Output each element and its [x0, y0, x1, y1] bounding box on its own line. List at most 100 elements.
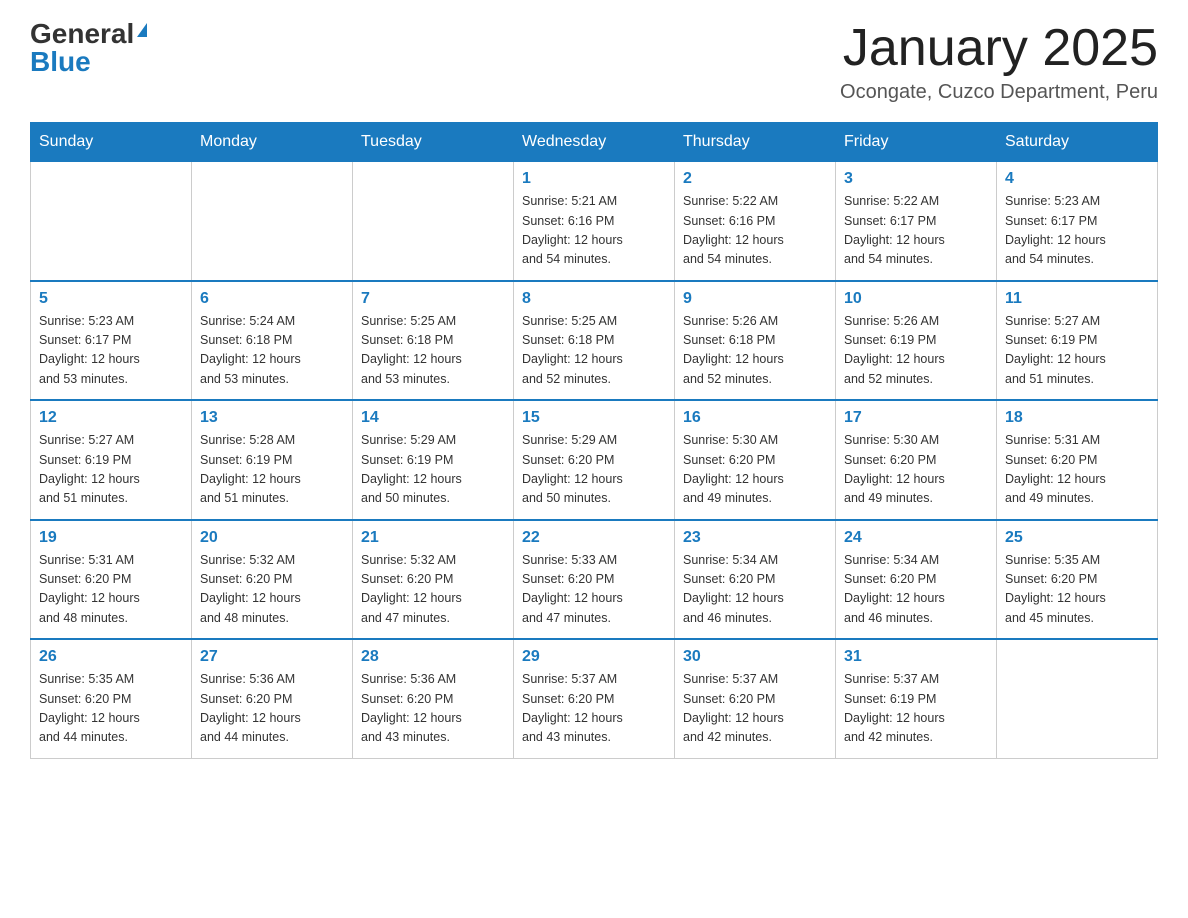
day-number: 13	[200, 409, 344, 427]
calendar-day-cell: 26Sunrise: 5:35 AMSunset: 6:20 PMDayligh…	[31, 639, 192, 758]
calendar-day-header: Sunday	[31, 123, 192, 162]
calendar-day-cell: 18 Sunrise: 5:31 AMSunset: 6:20 PMDayligh…	[997, 400, 1158, 520]
calendar-day-cell: 1 Sunrise: 5:21 AMSunset: 6:16 PMDaylight…	[514, 162, 675, 281]
calendar-day-cell: 29Sunrise: 5:37 AMSunset: 6:20 PMDayligh…	[514, 639, 675, 758]
day-number: 7	[361, 290, 505, 308]
day-number: 18	[1005, 409, 1149, 427]
day-info: Sunrise: 5:29 AMSunset: 6:19 PMDaylight:…	[361, 431, 505, 509]
calendar-day-cell	[997, 639, 1158, 758]
day-number: 9	[683, 290, 827, 308]
month-title: January 2025	[840, 20, 1158, 77]
day-info: Sunrise: 5:26 AMSunset: 6:19 PMDaylight:…	[844, 312, 988, 390]
calendar-table: SundayMondayTuesdayWednesdayThursdayFrid…	[30, 122, 1158, 759]
day-number: 29	[522, 648, 666, 666]
title-section: January 2025 Ocongate, Cuzco Department,…	[840, 20, 1158, 104]
calendar-day-cell: 14 Sunrise: 5:29 AMSunset: 6:19 PMDayligh…	[353, 400, 514, 520]
location-title: Ocongate, Cuzco Department, Peru	[840, 81, 1158, 104]
calendar-day-cell: 24 Sunrise: 5:34 AMSunset: 6:20 PMDayligh…	[836, 520, 997, 640]
calendar-week-row: 26Sunrise: 5:35 AMSunset: 6:20 PMDayligh…	[31, 639, 1158, 758]
day-info: Sunrise: 5:25 AMSunset: 6:18 PMDaylight:…	[361, 312, 505, 390]
calendar-day-cell: 6Sunrise: 5:24 AMSunset: 6:18 PMDaylight…	[192, 281, 353, 401]
day-number: 24	[844, 529, 988, 547]
day-number: 8	[522, 290, 666, 308]
day-info: Sunrise: 5:29 AMSunset: 6:20 PMDaylight:…	[522, 431, 666, 509]
day-info: Sunrise: 5:27 AMSunset: 6:19 PMDaylight:…	[39, 431, 183, 509]
calendar-day-cell: 9Sunrise: 5:26 AMSunset: 6:18 PMDaylight…	[675, 281, 836, 401]
calendar-day-cell: 16Sunrise: 5:30 AMSunset: 6:20 PMDayligh…	[675, 400, 836, 520]
calendar-day-cell: 28 Sunrise: 5:36 AMSunset: 6:20 PMDayligh…	[353, 639, 514, 758]
day-number: 15	[522, 409, 666, 427]
calendar-day-cell: 15 Sunrise: 5:29 AMSunset: 6:20 PMDayligh…	[514, 400, 675, 520]
day-info: Sunrise: 5:30 AMSunset: 6:20 PMDaylight:…	[844, 431, 988, 509]
day-info: Sunrise: 5:21 AMSunset: 6:16 PMDaylight:…	[522, 192, 666, 270]
calendar-week-row: 5 Sunrise: 5:23 AMSunset: 6:17 PMDaylight…	[31, 281, 1158, 401]
day-info: Sunrise: 5:24 AMSunset: 6:18 PMDaylight:…	[200, 312, 344, 390]
day-info: Sunrise: 5:34 AMSunset: 6:20 PMDaylight:…	[844, 551, 988, 629]
day-number: 25	[1005, 529, 1149, 547]
day-info: Sunrise: 5:32 AMSunset: 6:20 PMDaylight:…	[200, 551, 344, 629]
calendar-day-cell: 23 Sunrise: 5:34 AMSunset: 6:20 PMDayligh…	[675, 520, 836, 640]
calendar-day-cell: 17 Sunrise: 5:30 AMSunset: 6:20 PMDayligh…	[836, 400, 997, 520]
day-info: Sunrise: 5:23 AMSunset: 6:17 PMDaylight:…	[1005, 192, 1149, 270]
day-info: Sunrise: 5:31 AMSunset: 6:20 PMDaylight:…	[1005, 431, 1149, 509]
day-number: 2	[683, 170, 827, 188]
calendar-day-cell	[353, 162, 514, 281]
day-number: 17	[844, 409, 988, 427]
day-info: Sunrise: 5:37 AMSunset: 6:20 PMDaylight:…	[683, 670, 827, 748]
calendar-day-cell: 13 Sunrise: 5:28 AMSunset: 6:19 PMDayligh…	[192, 400, 353, 520]
calendar-day-header: Friday	[836, 123, 997, 162]
day-number: 10	[844, 290, 988, 308]
day-number: 14	[361, 409, 505, 427]
logo-general-text: General	[30, 20, 134, 48]
calendar-week-row: 19 Sunrise: 5:31 AMSunset: 6:20 PMDayligh…	[31, 520, 1158, 640]
day-number: 19	[39, 529, 183, 547]
day-number: 28	[361, 648, 505, 666]
day-number: 1	[522, 170, 666, 188]
calendar-week-row: 12 Sunrise: 5:27 AMSunset: 6:19 PMDayligh…	[31, 400, 1158, 520]
day-info: Sunrise: 5:23 AMSunset: 6:17 PMDaylight:…	[39, 312, 183, 390]
calendar-header-row: SundayMondayTuesdayWednesdayThursdayFrid…	[31, 123, 1158, 162]
calendar-day-header: Thursday	[675, 123, 836, 162]
calendar-day-cell: 11Sunrise: 5:27 AMSunset: 6:19 PMDayligh…	[997, 281, 1158, 401]
calendar-day-cell: 3Sunrise: 5:22 AMSunset: 6:17 PMDaylight…	[836, 162, 997, 281]
day-number: 26	[39, 648, 183, 666]
day-number: 27	[200, 648, 344, 666]
calendar-day-header: Monday	[192, 123, 353, 162]
calendar-day-cell: 19 Sunrise: 5:31 AMSunset: 6:20 PMDayligh…	[31, 520, 192, 640]
day-info: Sunrise: 5:37 AMSunset: 6:19 PMDaylight:…	[844, 670, 988, 748]
day-number: 4	[1005, 170, 1149, 188]
calendar-day-cell: 7 Sunrise: 5:25 AMSunset: 6:18 PMDaylight…	[353, 281, 514, 401]
calendar-day-cell: 22Sunrise: 5:33 AMSunset: 6:20 PMDayligh…	[514, 520, 675, 640]
day-info: Sunrise: 5:27 AMSunset: 6:19 PMDaylight:…	[1005, 312, 1149, 390]
day-number: 16	[683, 409, 827, 427]
logo: General Blue	[30, 20, 147, 76]
day-info: Sunrise: 5:25 AMSunset: 6:18 PMDaylight:…	[522, 312, 666, 390]
logo-triangle-icon	[137, 23, 147, 37]
day-info: Sunrise: 5:34 AMSunset: 6:20 PMDaylight:…	[683, 551, 827, 629]
calendar-day-cell: 20Sunrise: 5:32 AMSunset: 6:20 PMDayligh…	[192, 520, 353, 640]
calendar-day-cell: 25Sunrise: 5:35 AMSunset: 6:20 PMDayligh…	[997, 520, 1158, 640]
calendar-day-cell: 31 Sunrise: 5:37 AMSunset: 6:19 PMDayligh…	[836, 639, 997, 758]
calendar-day-cell: 8 Sunrise: 5:25 AMSunset: 6:18 PMDaylight…	[514, 281, 675, 401]
day-info: Sunrise: 5:22 AMSunset: 6:16 PMDaylight:…	[683, 192, 827, 270]
day-info: Sunrise: 5:33 AMSunset: 6:20 PMDaylight:…	[522, 551, 666, 629]
day-number: 23	[683, 529, 827, 547]
calendar-day-cell: 12 Sunrise: 5:27 AMSunset: 6:19 PMDayligh…	[31, 400, 192, 520]
calendar-day-cell: 2 Sunrise: 5:22 AMSunset: 6:16 PMDaylight…	[675, 162, 836, 281]
calendar-week-row: 1 Sunrise: 5:21 AMSunset: 6:16 PMDaylight…	[31, 162, 1158, 281]
calendar-day-cell	[31, 162, 192, 281]
calendar-day-cell: 5 Sunrise: 5:23 AMSunset: 6:17 PMDaylight…	[31, 281, 192, 401]
day-number: 12	[39, 409, 183, 427]
calendar-day-cell: 10 Sunrise: 5:26 AMSunset: 6:19 PMDayligh…	[836, 281, 997, 401]
day-number: 30	[683, 648, 827, 666]
calendar-day-cell: 30 Sunrise: 5:37 AMSunset: 6:20 PMDayligh…	[675, 639, 836, 758]
day-info: Sunrise: 5:28 AMSunset: 6:19 PMDaylight:…	[200, 431, 344, 509]
calendar-day-cell: 21Sunrise: 5:32 AMSunset: 6:20 PMDayligh…	[353, 520, 514, 640]
day-info: Sunrise: 5:36 AMSunset: 6:20 PMDaylight:…	[361, 670, 505, 748]
day-info: Sunrise: 5:31 AMSunset: 6:20 PMDaylight:…	[39, 551, 183, 629]
calendar-day-header: Tuesday	[353, 123, 514, 162]
day-number: 31	[844, 648, 988, 666]
day-info: Sunrise: 5:32 AMSunset: 6:20 PMDaylight:…	[361, 551, 505, 629]
day-number: 5	[39, 290, 183, 308]
page-header: General Blue January 2025 Ocongate, Cuzc…	[30, 20, 1158, 104]
